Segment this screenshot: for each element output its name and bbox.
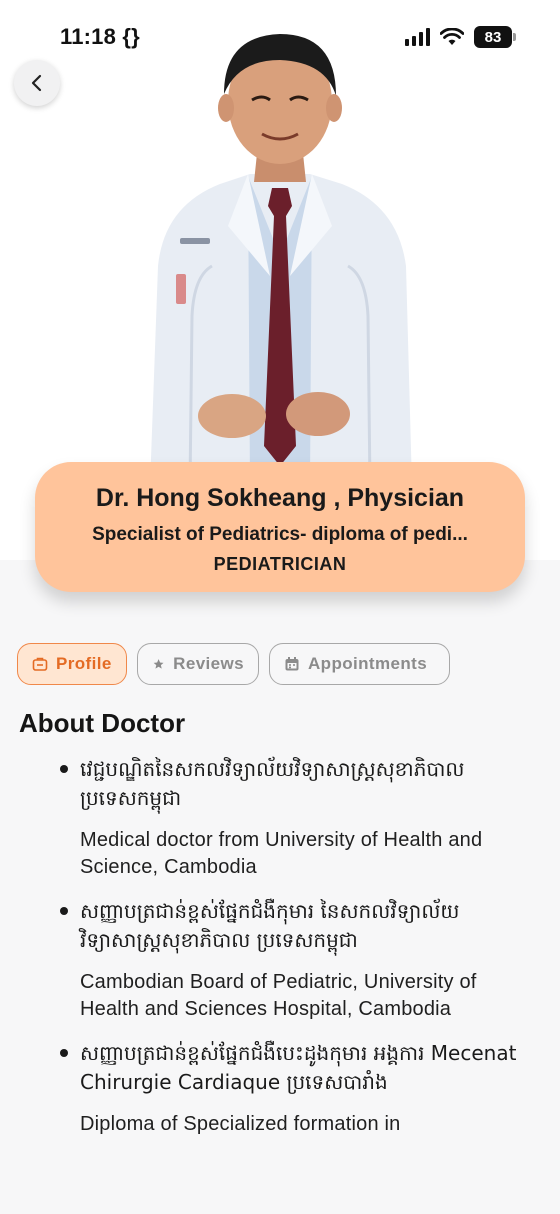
star-icon: [153, 659, 164, 669]
bullet-icon: [60, 765, 68, 773]
credential-english: Diploma of Specialized formation in: [80, 1113, 401, 1135]
bullet-icon: [60, 1049, 68, 1057]
credential-english: Cambodian Board of Pediatric, University…: [80, 971, 477, 1020]
tab-appointments-label: Appointments: [308, 654, 428, 673]
battery-indicator: 83: [474, 26, 516, 48]
list-item: វេជ្ជបណ្ឌិតនៃសកលវិទ្យាល័យវិទ្យាសាស្រ្តសុ…: [58, 755, 538, 881]
doctor-name: Dr. Hong Sokheang , Physician: [95, 484, 465, 512]
back-button[interactable]: [14, 60, 60, 106]
tab-profile-label: Profile: [56, 654, 112, 673]
tab-profile[interactable]: Profile: [17, 643, 127, 685]
calendar-icon: [285, 657, 299, 671]
doctor-role: PEDIATRICIAN: [213, 554, 347, 574]
tab-reviews[interactable]: Reviews: [137, 643, 259, 685]
doctor-specialty: Specialist of Pediatrics- diploma of ped…: [92, 524, 468, 545]
list-item: សញ្ញាបត្រជាន់ខ្ពស់ផ្នែកជំងឺបេះដូងកុមារ អ…: [58, 1039, 538, 1138]
wifi-icon: [440, 28, 464, 45]
credential-english: Medical doctor from University of Health…: [80, 829, 483, 878]
credential-khmer: សញ្ញាបត្រជាន់ខ្ពស់ផ្នែកជំងឺកុមារ នៃសកលវិ…: [80, 899, 460, 952]
profile-tabs: Profile Reviews Appointments: [17, 643, 450, 685]
chevron-left-icon: [31, 74, 42, 92]
doctor-photo: [150, 34, 412, 486]
briefcase-icon: [32, 657, 48, 671]
about-doctor-heading: About Doctor: [19, 708, 186, 738]
list-item: សញ្ញាបត្រជាន់ខ្ពស់ផ្នែកជំងឺកុមារ នៃសកលវិ…: [58, 897, 538, 1023]
credential-khmer: សញ្ញាបត្រជាន់ខ្ពស់ផ្នែកជំងឺបេះដូងកុមារ អ…: [80, 1041, 517, 1094]
doctor-name-card: Dr. Hong Sokheang , Physician Specialist…: [35, 462, 525, 592]
about-doctor-list: វេជ្ជបណ្ឌិតនៃសកលវិទ្យាល័យវិទ្យាសាស្រ្តសុ…: [58, 755, 538, 1154]
credential-khmer: វេជ្ជបណ្ឌិតនៃសកលវិទ្យាល័យវិទ្យាសាស្រ្តសុ…: [80, 757, 465, 810]
bullet-icon: [60, 907, 68, 915]
tab-appointments[interactable]: Appointments: [269, 643, 450, 685]
tab-reviews-label: Reviews: [173, 654, 244, 673]
